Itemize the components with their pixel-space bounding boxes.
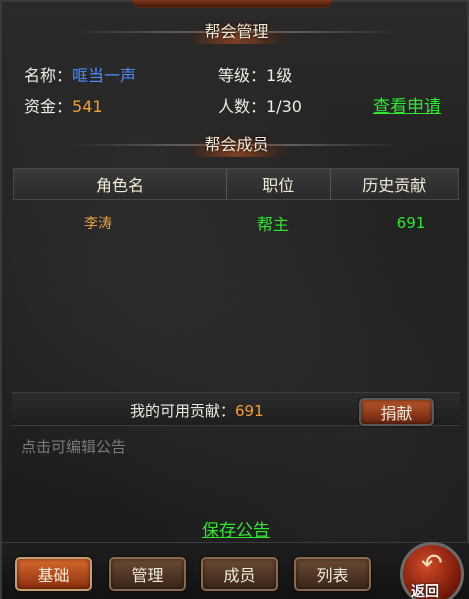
column-header-name[interactable]: 角色名 [14,169,228,199]
my-contribution-value: 691 [235,402,264,420]
view-applications-link[interactable]: 查看申请 [373,92,441,117]
members-table-header: 角色名 职位 历史贡献 [13,168,459,200]
guild-panel: 帮会管理 名称：哐当一声 等级：1级 资金：541 人数：1/30 查看申请 帮… [0,0,469,599]
tab-list[interactable]: 列表 [294,557,371,591]
guild-management-header: 帮会管理 [2,19,469,45]
guild-funds-value: 541 [72,97,103,116]
guild-members-header: 帮会成员 [2,132,469,158]
guild-level-label: 等级： [218,66,267,85]
member-contribution: 691 [396,214,426,232]
section-title: 帮会成员 [184,133,289,157]
column-header-position[interactable]: 职位 [227,169,331,199]
section-title: 帮会管理 [184,20,289,44]
return-arrow-icon: ↶ [421,549,443,579]
my-contribution-label: 我的可用贡献： [130,402,236,420]
top-decoration [132,0,332,8]
guild-members-count-value: 1/30 [266,97,302,116]
save-notice-link[interactable]: 保存公告 [202,516,270,541]
guild-funds-label: 资金： [24,97,73,116]
donate-button[interactable]: 捐献 [359,398,434,426]
guild-name-value: 哐当一声 [72,66,137,85]
tab-members[interactable]: 成员 [201,557,278,591]
guild-level-value: 1级 [266,66,293,85]
member-name: 李涛 [84,216,112,232]
tab-manage[interactable]: 管理 [109,557,186,591]
guild-name-label: 名称： [24,66,73,85]
member-position: 帮主 [256,215,289,234]
my-contribution: 我的可用贡献：691 [130,400,264,421]
tab-basic[interactable]: 基础 [15,557,92,591]
guild-level-row: 等级：1级 [218,62,292,86]
guild-members-count-row: 人数：1/30 [218,93,302,117]
column-header-contribution[interactable]: 历史贡献 [331,169,458,199]
return-button[interactable]: ↶ 返回 [400,542,464,599]
return-label: 返回 [411,584,439,599]
guild-funds-row: 资金：541 [24,93,103,117]
guild-members-count-label: 人数： [218,97,267,116]
notice-placeholder[interactable]: 点击可编辑公告 [21,436,126,457]
guild-name-row: 名称：哐当一声 [24,62,136,86]
table-row[interactable]: 李涛 帮主 691 [13,208,459,238]
